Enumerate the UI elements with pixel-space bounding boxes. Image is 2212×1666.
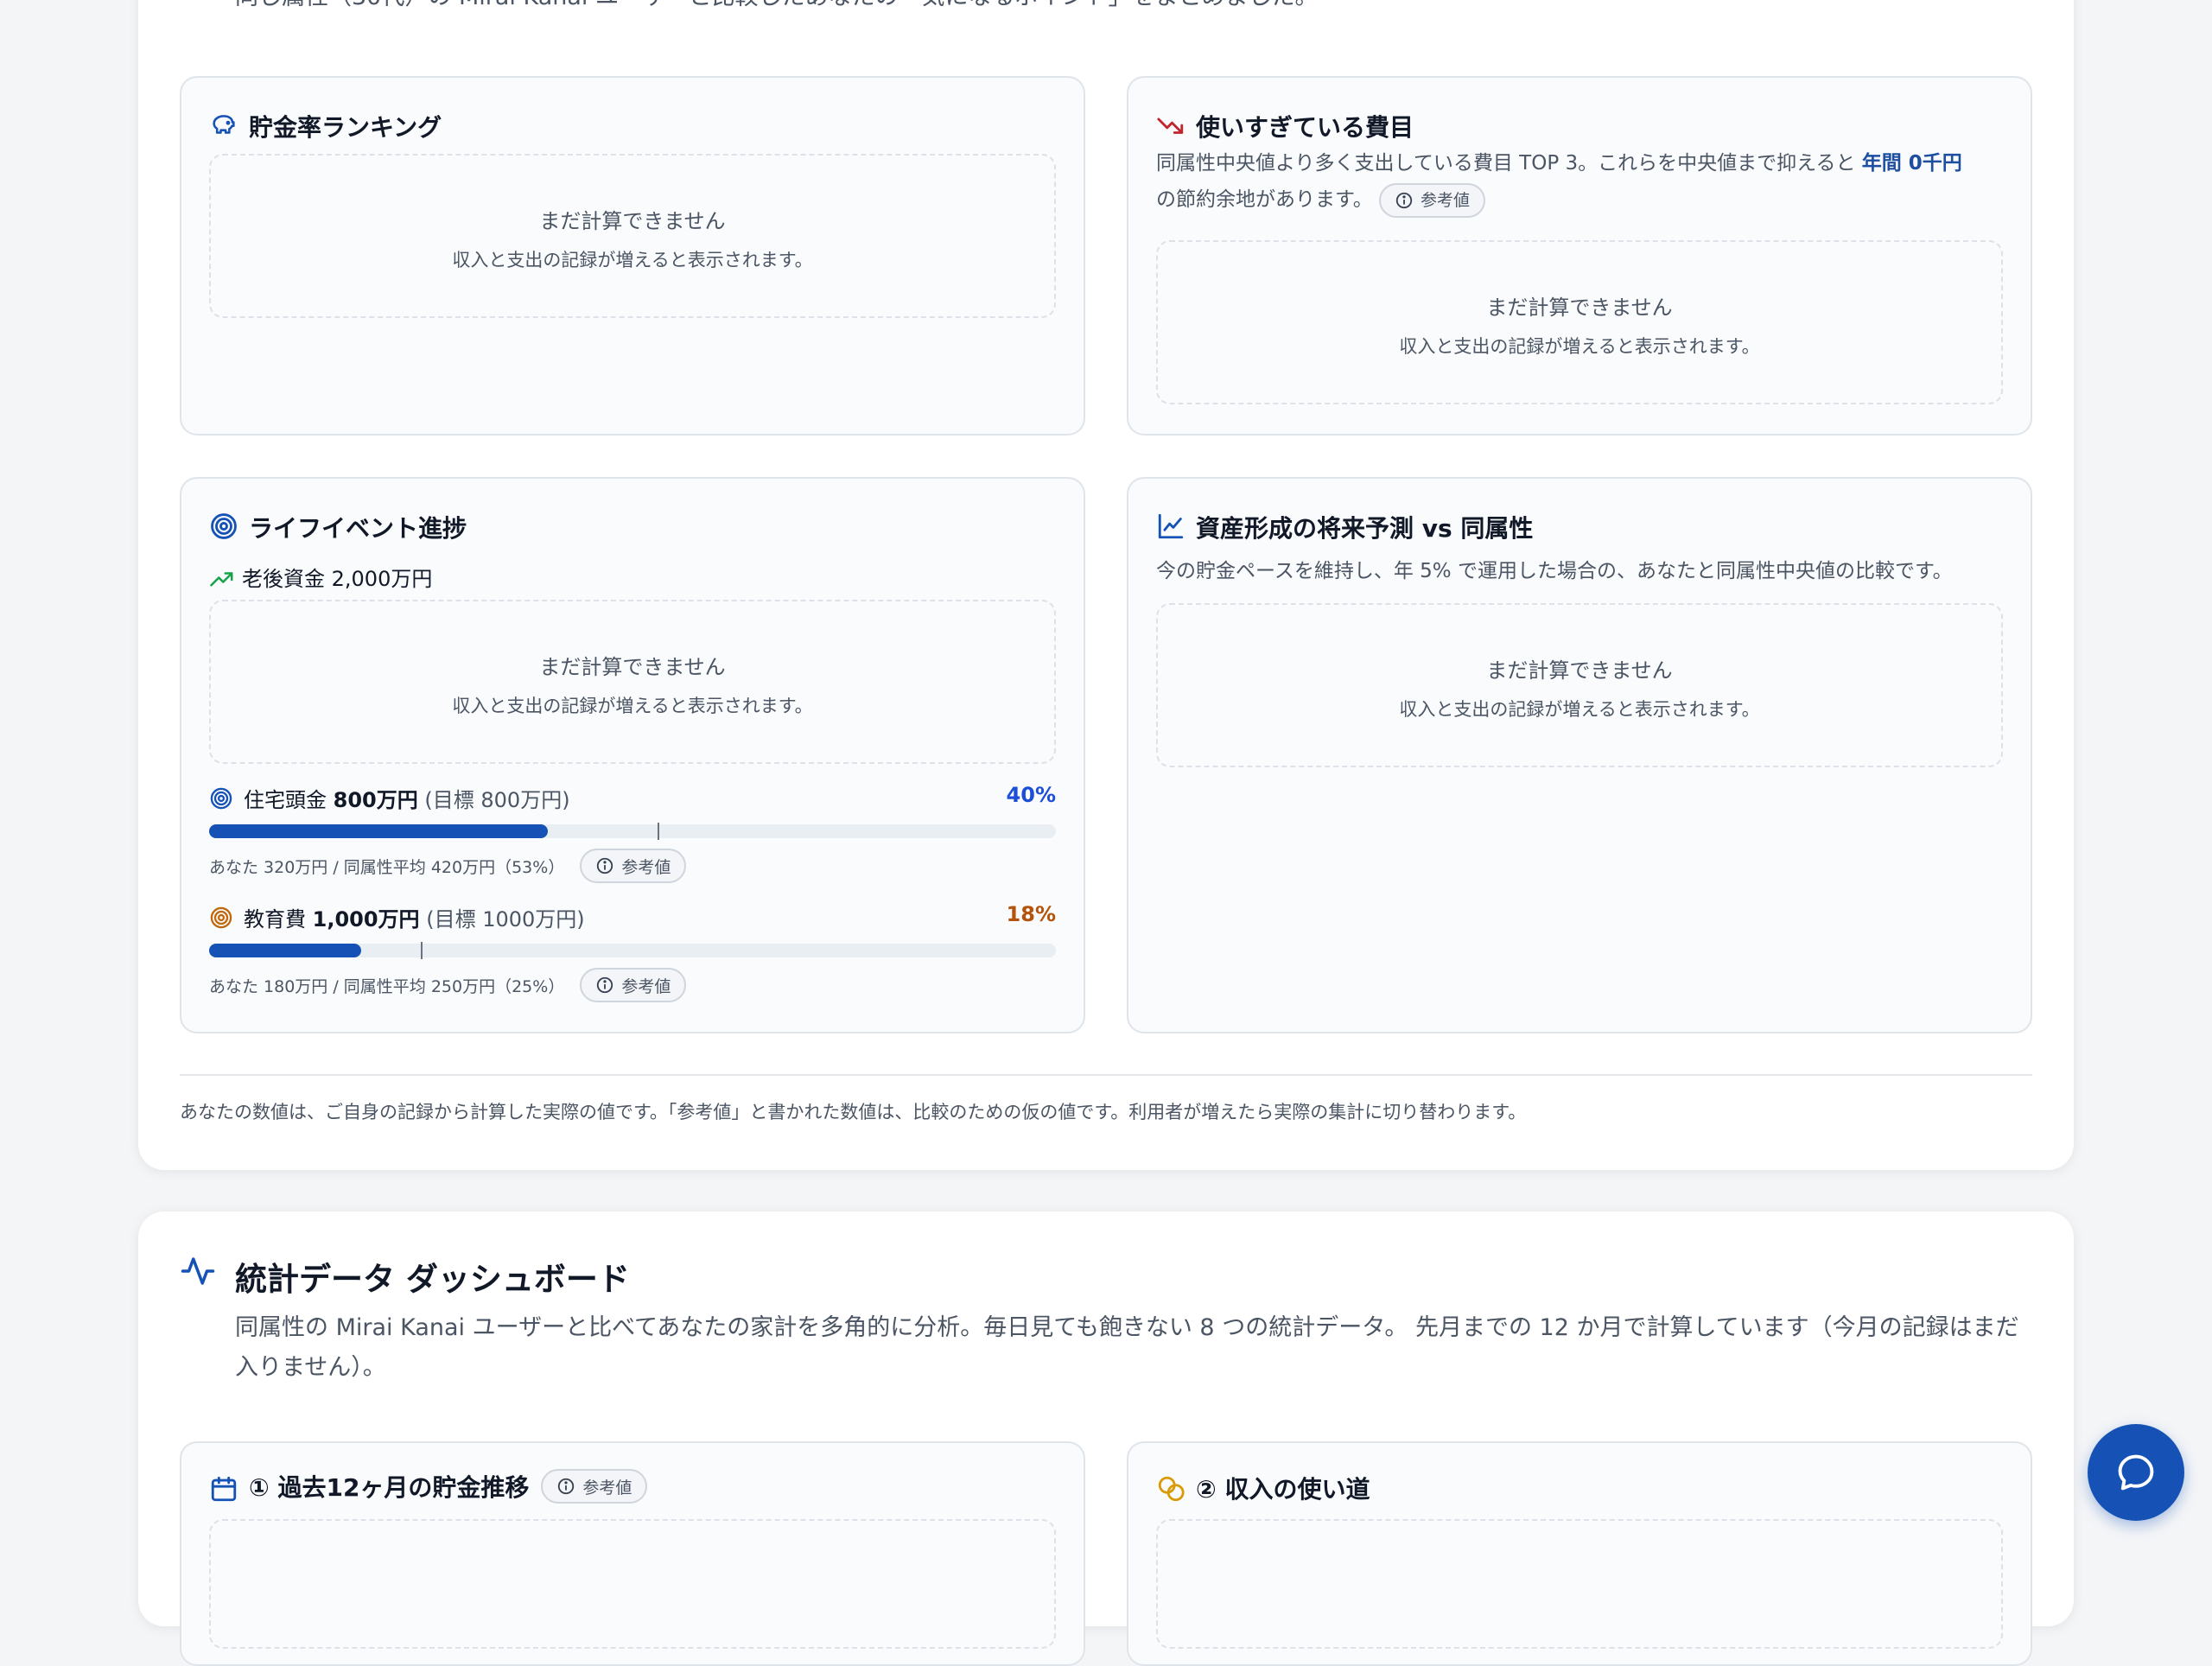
goal-progress-bar — [209, 823, 1056, 840]
empty-state-message: 収入と支出の記録が増えると表示されます。 — [1399, 336, 1760, 357]
info-icon — [597, 857, 613, 874]
life-events-card: ライフイベント進捗 老後資金 2,000万円 まだ計算できません 収入と支出の記… — [180, 477, 1085, 1033]
goal-label: 住宅頭金 — [244, 788, 334, 812]
goal-percent: 40% — [1006, 783, 1056, 807]
goal-education: 教育費 1,000万円 (目標 1000万円) 18% あなた 180万円 / … — [209, 902, 1056, 1002]
reference-value-label: 参考値 — [621, 857, 671, 877]
chat-bubble-icon — [2118, 1454, 2154, 1491]
card-title: ライフイベント進捗 — [249, 514, 467, 543]
income-usage-card: ② 収入の使い道 — [1127, 1441, 2032, 1666]
empty-state — [1156, 1519, 2003, 1649]
target-icon — [209, 512, 238, 541]
info-icon — [597, 976, 613, 994]
goal-comparison-text: あなた 320万円 / 同属性平均 420万円（53%） — [209, 857, 565, 877]
goal-progress-fill — [209, 824, 548, 838]
empty-state-title: まだ計算できません — [1486, 296, 1673, 320]
overspending-desc-tail: の節約余地があります。 — [1156, 188, 1373, 211]
goal-percent: 18% — [1006, 902, 1056, 926]
overspending-card: 使いすぎている費目 同属性中央値より多く支出している費目 TOP 3。これらを中… — [1127, 76, 2032, 436]
retirement-fund-label: 老後資金 — [242, 567, 332, 591]
empty-state-title: まだ計算できません — [539, 209, 726, 233]
peer-average-marker — [658, 823, 660, 840]
target-icon — [209, 786, 233, 811]
section-title: 統計データ ダッシュボード — [235, 1261, 630, 1298]
coins-icon — [1156, 1474, 1185, 1504]
panel-intro-text: 同じ属性（30代）の Mirai Kanai ユーザーと比較したあなたの「気にな… — [235, 0, 1877, 11]
empty-state: まだ計算できません 収入と支出の記録が増えると表示されます。 — [209, 154, 1056, 318]
goal-amount: 800万円 — [333, 788, 418, 812]
empty-state-message: 収入と支出の記録が増えると表示されます。 — [1399, 699, 1760, 720]
asset-forecast-card: 資産形成の将来予測 vs 同属性 今の貯金ペースを維持し、年 5% で運用した場… — [1127, 477, 2032, 1033]
trending-up-icon — [209, 567, 235, 593]
goal-target: (目標 1000万円) — [426, 907, 585, 932]
retirement-fund-row: 老後資金 2,000万円 — [209, 562, 432, 593]
section-description: 同属性の Mirai Kanai ユーザーと比べてあなたの家計を多角的に分析。毎… — [235, 1314, 2019, 1381]
goal-housing: 住宅頭金 800万円 (目標 800万円) 40% あなた 320万円 / 同属… — [209, 783, 1056, 883]
goal-comparison-text: あなた 180万円 / 同属性平均 250万円（25%） — [209, 976, 565, 996]
savings-potential-amount: 年間 0千円 — [1861, 152, 1962, 175]
savings-ranking-card: 貯金率ランキング まだ計算できません 収入と支出の記録が増えると表示されます。 — [180, 76, 1085, 436]
card-title: ① 過去12ヶ月の貯金推移 — [249, 1473, 530, 1502]
peer-average-marker — [421, 942, 423, 959]
empty-state-message: 収入と支出の記録が増えると表示されます。 — [452, 696, 813, 716]
reference-value-label: 参考値 — [621, 976, 671, 996]
target-icon — [209, 906, 233, 930]
goal-progress-fill — [209, 944, 362, 957]
savings-trend-card: ① 過去12ヶ月の貯金推移 参考値 — [180, 1441, 1085, 1666]
trending-down-icon — [1156, 111, 1185, 140]
empty-state-title: まだ計算できません — [1486, 658, 1673, 683]
chat-button[interactable] — [2088, 1424, 2184, 1521]
reference-value-badge[interactable]: 参考値 — [1379, 182, 1486, 218]
card-title: ② 収入の使い道 — [1196, 1475, 1370, 1504]
goal-progress-bar — [209, 942, 1056, 959]
goal-amount: 1,000万円 — [312, 907, 420, 932]
empty-state: まだ計算できません 収入と支出の記録が増えると表示されます。 — [209, 600, 1056, 764]
goal-label: 教育費 — [244, 907, 313, 932]
card-title: 資産形成の将来予測 vs 同属性 — [1196, 514, 1534, 543]
asset-forecast-description: 今の貯金ペースを維持し、年 5% で運用した場合の、あなたと同属性中央値の比較で… — [1156, 560, 1953, 582]
card-title: 貯金率ランキング — [249, 113, 442, 142]
activity-icon — [180, 1253, 216, 1289]
empty-state — [209, 1519, 1056, 1649]
empty-state: まだ計算できません 収入と支出の記録が増えると表示されます。 — [1156, 603, 2003, 767]
line-chart-icon — [1156, 512, 1185, 541]
card-title: 使いすぎている費目 — [1196, 113, 1414, 142]
empty-state-message: 収入と支出の記録が増えると表示されます。 — [452, 250, 813, 270]
info-icon — [558, 1478, 575, 1495]
calendar-icon — [209, 1474, 238, 1504]
reference-value-label: 参考値 — [582, 1478, 632, 1497]
reference-value-badge[interactable]: 参考値 — [580, 968, 687, 1002]
data-source-footnote: あなたの数値は、ご自身の記録から計算した実際の値です。「参考値」と書かれた数値は… — [180, 1074, 2032, 1124]
empty-state: まだ計算できません 収入と支出の記録が増えると表示されます。 — [1156, 240, 2003, 404]
retirement-fund-amount: 2,000万円 — [331, 567, 433, 591]
reference-value-label: 参考値 — [1421, 190, 1471, 210]
overspending-desc-text: 同属性中央値より多く支出している費目 TOP 3。これらを中央値まで抑えると — [1156, 152, 1862, 175]
stats-dashboard-panel: 統計データ ダッシュボード 同属性の Mirai Kanai ユーザーと比べてあ… — [138, 1211, 2074, 1666]
goal-target: (目標 800万円) — [424, 788, 570, 812]
empty-state-title: まだ計算できません — [539, 655, 726, 679]
peer-comparison-panel: 同じ属性（30代）の Mirai Kanai ユーザーと比較したあなたの「気にな… — [138, 0, 2074, 1170]
info-icon — [1395, 192, 1413, 208]
piggy-bank-icon — [209, 111, 238, 140]
overspending-description: 同属性中央値より多く支出している費目 TOP 3。これらを中央値まで抑えると 年… — [1156, 145, 1996, 218]
reference-value-badge[interactable]: 参考値 — [541, 1469, 648, 1504]
reference-value-badge[interactable]: 参考値 — [580, 849, 687, 883]
